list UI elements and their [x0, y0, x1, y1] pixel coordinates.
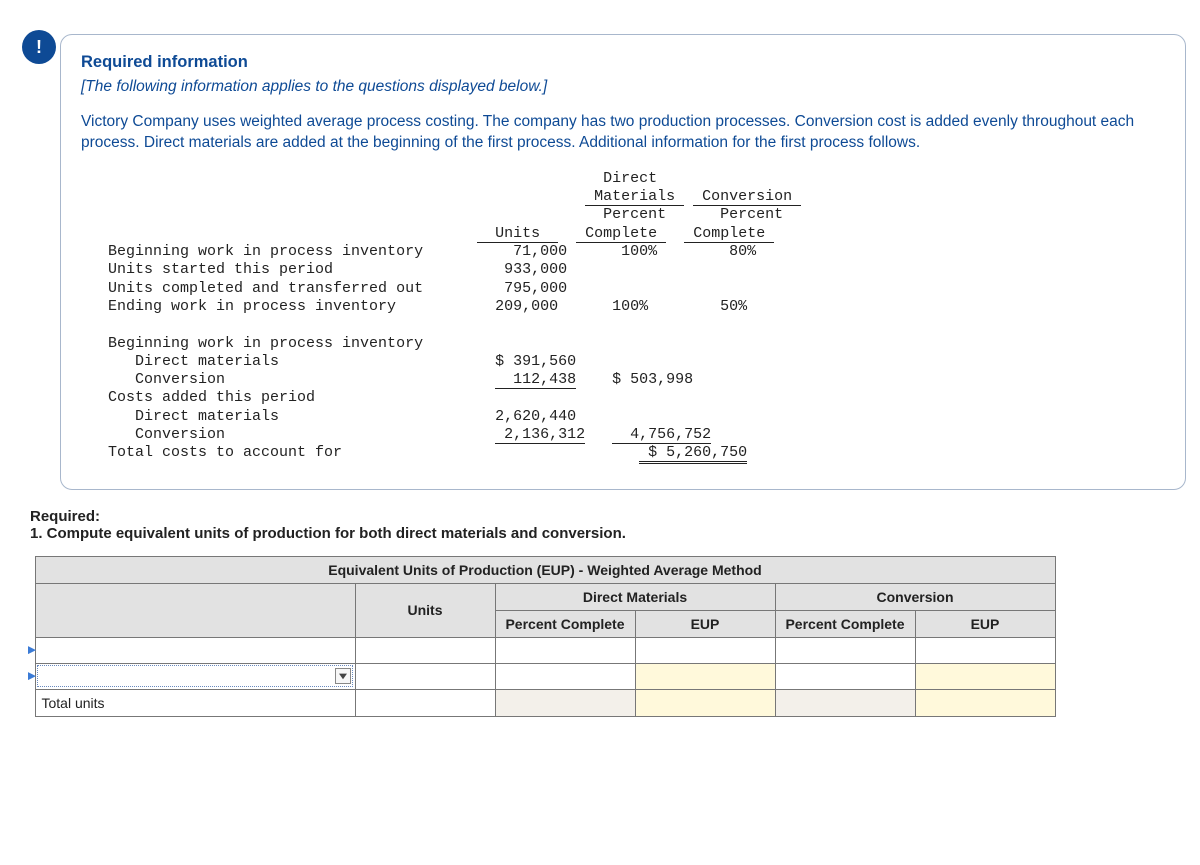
- dm-eup-header: EUP: [635, 610, 775, 637]
- dm-header: Direct Materials: [495, 583, 775, 610]
- row1-dm-eup-input[interactable]: [635, 637, 775, 663]
- total-units-input[interactable]: [355, 689, 495, 716]
- units-data-block: Direct Materials Conversion Percent Perc…: [99, 170, 1165, 463]
- table-row: [30, 663, 1055, 689]
- row2-units-input[interactable]: [355, 663, 495, 689]
- row1-cv-pct-input[interactable]: [775, 637, 915, 663]
- row-anchor-icon: [28, 646, 36, 654]
- table-row: [30, 637, 1055, 663]
- requirement-1: 1. Compute equivalent units of productio…: [30, 525, 626, 542]
- row2-cv-eup-input[interactable]: [915, 663, 1055, 689]
- info-card: Required information [The following info…: [60, 34, 1186, 490]
- total-dm-eup-input[interactable]: [635, 689, 775, 716]
- context-note: [The following information applies to th…: [81, 78, 1165, 96]
- blank-header: [35, 583, 355, 637]
- required-info-heading: Required information: [81, 53, 1165, 72]
- row1-cv-eup-input[interactable]: [915, 637, 1055, 663]
- total-dm-pct-disabled: [495, 689, 635, 716]
- total-cv-pct-disabled: [775, 689, 915, 716]
- row2-label-dropdown[interactable]: [35, 663, 355, 689]
- cv-percent-header: Percent Complete: [775, 610, 915, 637]
- eup-table: Equivalent Units of Production (EUP) - W…: [30, 556, 1056, 717]
- total-cv-eup-input[interactable]: [915, 689, 1055, 716]
- dm-percent-header: Percent Complete: [495, 610, 635, 637]
- exclamation-icon: !: [36, 37, 42, 58]
- cv-eup-header: EUP: [915, 610, 1055, 637]
- units-header: Units: [355, 583, 495, 637]
- required-section: Required: 1. Compute equivalent units of…: [30, 508, 1186, 542]
- info-badge: !: [22, 30, 56, 64]
- total-units-label: Total units: [35, 689, 355, 716]
- row1-dm-pct-input[interactable]: [495, 637, 635, 663]
- answer-table-wrap: Equivalent Units of Production (EUP) - W…: [30, 556, 1186, 717]
- table-row-total: Total units: [30, 689, 1055, 716]
- row1-label-input[interactable]: [35, 637, 355, 663]
- table-title: Equivalent Units of Production (EUP) - W…: [35, 556, 1055, 583]
- required-label: Required:: [30, 508, 100, 525]
- row2-dm-eup-input[interactable]: [635, 663, 775, 689]
- row2-cv-pct-input[interactable]: [775, 663, 915, 689]
- cv-header: Conversion: [775, 583, 1055, 610]
- problem-statement: Victory Company uses weighted average pr…: [81, 112, 1165, 154]
- chevron-down-icon[interactable]: [335, 668, 351, 684]
- row1-units-input[interactable]: [355, 637, 495, 663]
- row2-dm-pct-input[interactable]: [495, 663, 635, 689]
